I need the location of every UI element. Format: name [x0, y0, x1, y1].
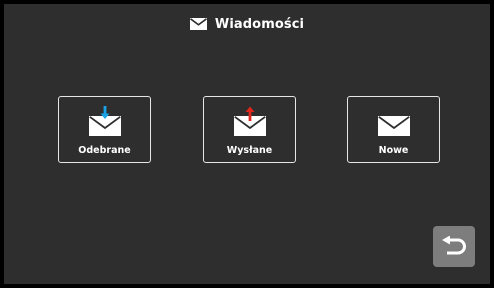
new-label: Nowe	[378, 145, 409, 156]
received-label: Odebrane	[78, 145, 131, 156]
sent-label: Wysłane	[226, 145, 273, 156]
page-title: Wiadomości	[214, 16, 305, 32]
sent-messages-button[interactable]: Wysłane	[203, 96, 296, 163]
received-messages-button[interactable]: Odebrane	[58, 96, 151, 163]
messages-screen: Wiadomości Odebrane Wysłane Nowe	[4, 4, 490, 284]
back-button[interactable]	[433, 226, 475, 267]
header: Wiadomości	[4, 14, 490, 34]
envelope-sent-icon	[233, 106, 266, 136]
envelope-new-icon	[377, 116, 410, 136]
return-arrow-icon	[442, 235, 466, 254]
envelope-icon	[189, 18, 207, 30]
new-message-button[interactable]: Nowe	[347, 96, 440, 163]
envelope-received-icon	[88, 106, 121, 136]
